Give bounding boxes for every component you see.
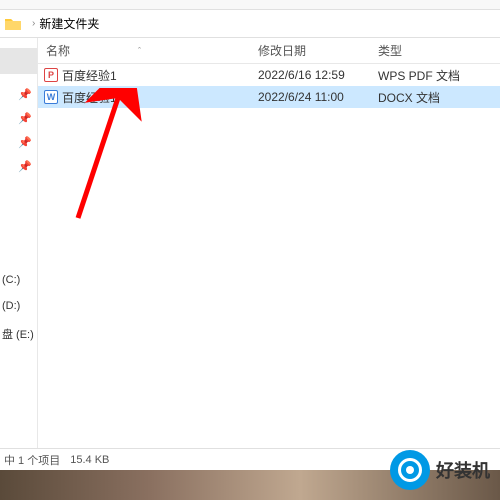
address-bar[interactable]: › 新建文件夹 <box>0 10 500 38</box>
file-row[interactable]: W 百度经验1 2022/6/24 11:00 DOCX 文档 <box>38 86 500 108</box>
toolbar <box>0 0 500 10</box>
status-selection: 中 1 个项目 <box>4 452 60 468</box>
file-date: 2022/6/24 11:00 <box>258 90 378 104</box>
column-date[interactable]: 修改日期 <box>258 42 378 59</box>
sidebar-quick-access[interactable] <box>0 48 37 74</box>
status-size: 15.4 KB <box>70 454 109 466</box>
file-type: DOCX 文档 <box>378 89 500 106</box>
pin-icon: 📌 <box>18 160 28 170</box>
pin-icon: 📌 <box>18 136 28 146</box>
file-row[interactable]: P 百度经验1 2022/6/16 12:59 WPS PDF 文档 <box>38 64 500 86</box>
column-type[interactable]: 类型 <box>378 42 500 59</box>
nav-sidebar: 📌 📌 📌 📌 (C:) (D:) 盘 (E:) <box>0 38 38 448</box>
pdf-file-icon: P <box>44 68 58 82</box>
docx-file-icon: W <box>44 90 58 104</box>
pin-icon: 📌 <box>18 88 28 98</box>
drive-d[interactable]: (D:) <box>0 296 37 316</box>
path-folder[interactable]: 新建文件夹 <box>39 15 99 32</box>
file-list-view[interactable]: 名称 ˆ 修改日期 类型 P 百度经验1 2022/6/16 12:59 WPS… <box>38 38 500 448</box>
file-name: 百度经验1 <box>62 67 258 84</box>
file-date: 2022/6/16 12:59 <box>258 68 378 82</box>
file-type: WPS PDF 文档 <box>378 67 500 84</box>
drive-c[interactable]: (C:) <box>0 270 37 290</box>
folder-icon <box>4 17 22 31</box>
pin-icon: 📌 <box>18 112 28 122</box>
path-separator-icon: › <box>32 18 35 29</box>
watermark-logo-icon <box>390 450 430 490</box>
column-name[interactable]: 名称 ˆ <box>38 42 258 59</box>
drive-e[interactable]: 盘 (E:) <box>0 322 37 346</box>
sort-indicator-icon: ˆ <box>138 46 141 56</box>
watermark: 好装机 <box>390 450 490 490</box>
file-name: 百度经验1 <box>62 89 258 106</box>
column-header-row: 名称 ˆ 修改日期 类型 <box>38 38 500 64</box>
watermark-brand: 好装机 <box>436 457 490 483</box>
annotation-arrow <box>58 88 178 228</box>
